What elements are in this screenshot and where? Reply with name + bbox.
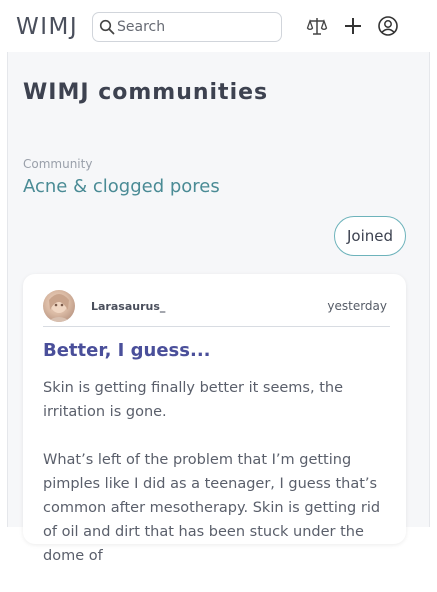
plus-icon[interactable] — [342, 15, 364, 37]
page-title: WIMJ communities — [23, 80, 269, 105]
post-body: Skin is getting finally better it seems,… — [43, 376, 393, 592]
top-bar: WIMJ — [0, 0, 437, 52]
avatar[interactable] — [43, 290, 75, 322]
community-name-link[interactable]: Acne & clogged pores — [23, 176, 220, 197]
app-frame: WIMJ WIMJ communities Co — [0, 0, 437, 564]
joined-button[interactable]: Joined — [334, 216, 406, 256]
post-paragraph: What’s left of the problem that I’m gett… — [43, 452, 381, 564]
divider — [43, 326, 390, 327]
post-paragraph: Skin is getting finally better it seems,… — [43, 380, 344, 420]
app-logo[interactable]: WIMJ — [16, 14, 78, 40]
avatar-image-icon — [47, 294, 71, 322]
post-author[interactable]: Larasaurus_ — [91, 300, 165, 313]
search-box[interactable] — [92, 12, 282, 42]
right-border — [429, 52, 430, 527]
post-title[interactable]: Better, I guess... — [43, 340, 211, 361]
search-input[interactable] — [117, 17, 275, 37]
user-account-icon[interactable] — [377, 15, 399, 37]
community-label: Community — [23, 157, 93, 171]
balance-scale-icon[interactable] — [306, 15, 328, 37]
search-icon — [99, 19, 115, 35]
post-card[interactable]: Larasaurus_ yesterday Better, I guess...… — [23, 274, 406, 564]
post-time: yesterday — [327, 299, 387, 313]
main-content: WIMJ communities Community Acne & clogge… — [8, 52, 429, 564]
